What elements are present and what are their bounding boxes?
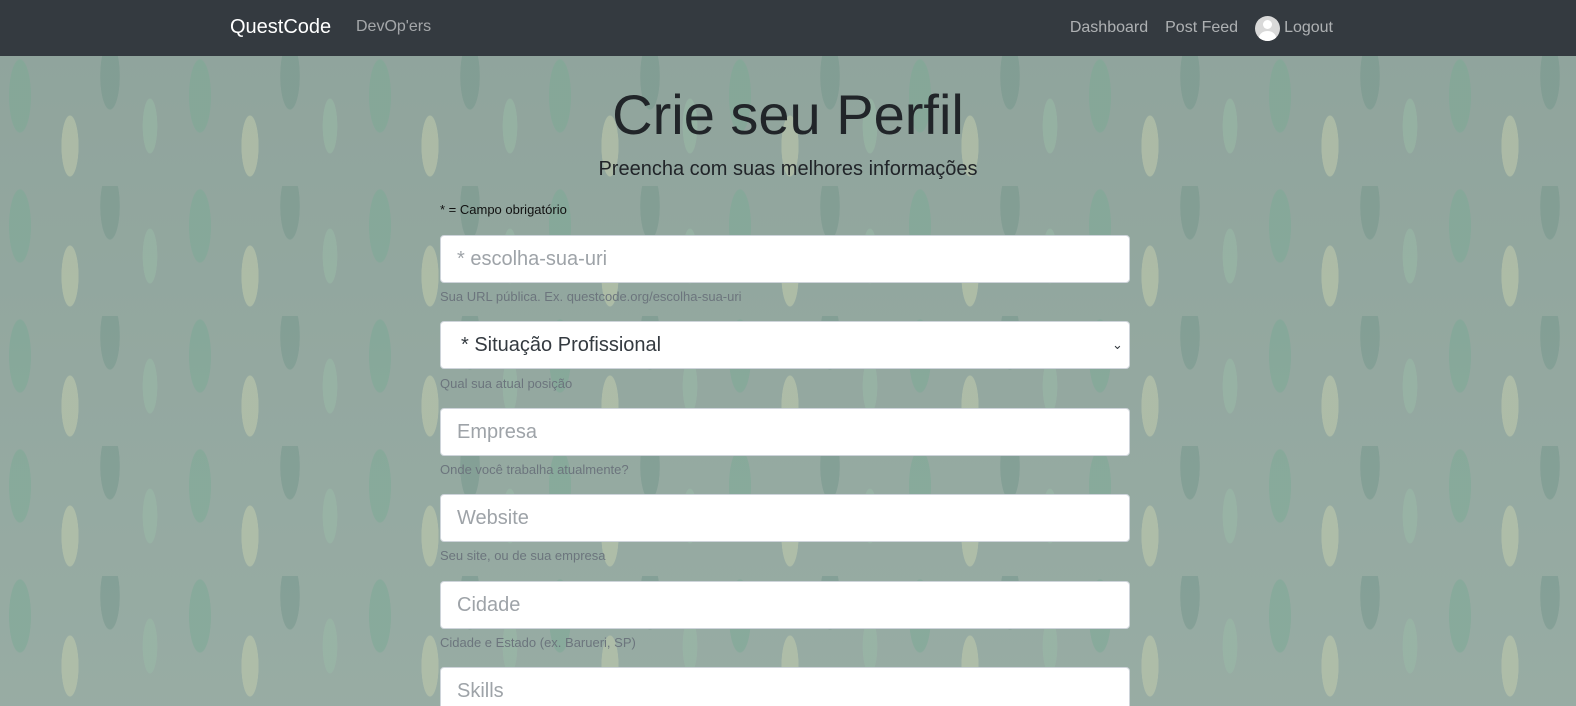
- company-help-text: Onde você trabalha atualmente?: [440, 462, 629, 477]
- professional-status-select[interactable]: * Situação Profissional: [440, 321, 1130, 369]
- nav-post-feed-link[interactable]: Post Feed: [1165, 19, 1238, 37]
- company-input[interactable]: [440, 408, 1130, 456]
- city-help-text: Cidade e Estado (ex. Barueri, SP): [440, 635, 636, 650]
- nav-logout-link[interactable]: Logout: [1284, 19, 1333, 37]
- uri-help-text: Sua URL pública. Ex. questcode.org/escol…: [440, 289, 742, 304]
- skills-input[interactable]: [440, 667, 1130, 706]
- create-profile-form: Crie seu Perfil Preencha com suas melhor…: [0, 56, 1576, 706]
- page-title: Crie seu Perfil: [612, 83, 964, 146]
- nav-dashboard-link[interactable]: Dashboard: [1070, 19, 1148, 37]
- website-help-text: Seu site, ou de sua empresa: [440, 548, 606, 563]
- status-help-text: Qual sua atual posição: [440, 376, 573, 391]
- required-field-note: * = Campo obrigatório: [440, 202, 567, 217]
- top-navbar: QuestCode DevOp'ers Dashboard Post Feed …: [0, 0, 1576, 56]
- nav-devopers-link[interactable]: DevOp'ers: [356, 18, 431, 36]
- website-input[interactable]: [440, 494, 1130, 542]
- page-subtitle: Preencha com suas melhores informações: [598, 158, 978, 180]
- uri-input[interactable]: [440, 235, 1130, 283]
- user-avatar-icon: [1255, 15, 1281, 41]
- city-input[interactable]: [440, 581, 1130, 629]
- nav-right-group: Dashboard Post Feed Logout: [1053, 14, 1333, 42]
- brand-logo-link[interactable]: QuestCode: [230, 16, 331, 39]
